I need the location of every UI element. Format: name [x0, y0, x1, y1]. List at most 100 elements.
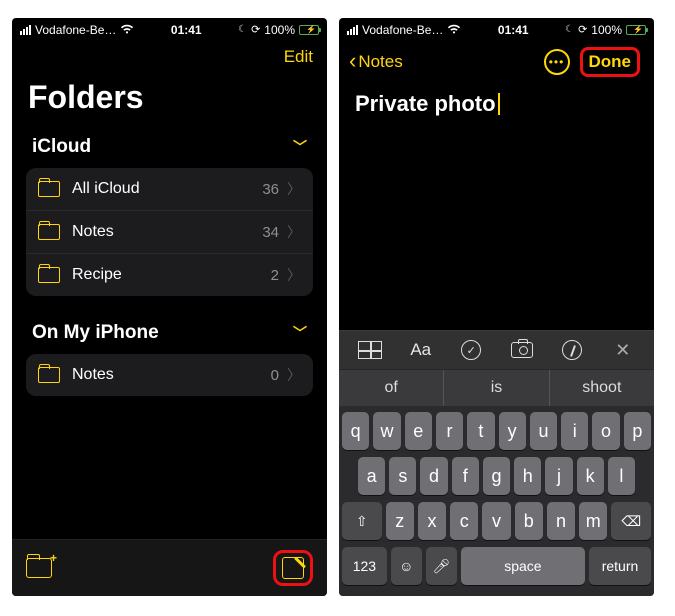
close-icon[interactable]: ✕	[610, 339, 636, 361]
shift-key[interactable]: ⇧	[342, 502, 382, 540]
new-folder-button[interactable]	[26, 558, 52, 578]
keyboard: q w e r t y u i o p a s d f g h j k l ⇧ …	[339, 406, 654, 596]
numeric-key[interactable]: 123	[342, 547, 387, 585]
section-label: On My iPhone	[32, 322, 159, 344]
note-title-text: Private photo	[355, 91, 496, 117]
signal-icon	[20, 25, 31, 35]
note-body[interactable]	[339, 117, 654, 330]
key-v[interactable]: v	[482, 502, 510, 540]
return-key[interactable]: return	[589, 547, 651, 585]
emoji-key[interactable]: ☺	[391, 547, 422, 585]
key-f[interactable]: f	[452, 457, 479, 495]
key-d[interactable]: d	[420, 457, 447, 495]
rotation-lock-icon: ⟳	[251, 23, 260, 36]
done-button[interactable]: Done	[589, 52, 632, 71]
more-button[interactable]: •••	[544, 49, 570, 75]
chevron-right-icon: 〉	[287, 265, 301, 285]
backspace-key[interactable]: ⌫	[611, 502, 651, 540]
compose-highlight	[273, 550, 313, 586]
key-i[interactable]: i	[561, 412, 588, 450]
key-r[interactable]: r	[436, 412, 463, 450]
bottom-bar	[12, 539, 327, 596]
folder-row-recipe[interactable]: Recipe 2 〉	[26, 254, 313, 296]
key-m[interactable]: m	[579, 502, 607, 540]
key-o[interactable]: o	[592, 412, 619, 450]
key-w[interactable]: w	[373, 412, 400, 450]
section-label: iCloud	[32, 136, 91, 158]
carrier-label: Vodafone-Be…	[362, 23, 443, 37]
edit-button[interactable]: Edit	[284, 47, 313, 67]
page-title: Folders	[12, 73, 327, 128]
suggestion-2[interactable]: is	[444, 370, 549, 406]
folder-icon	[38, 267, 60, 283]
folder-label: Notes	[72, 366, 271, 384]
key-t[interactable]: t	[467, 412, 494, 450]
markup-icon[interactable]	[559, 339, 585, 361]
compose-button[interactable]	[282, 557, 304, 579]
wifi-icon	[447, 22, 461, 37]
key-z[interactable]: z	[386, 502, 414, 540]
key-q[interactable]: q	[342, 412, 369, 450]
folder-row-notes-local[interactable]: Notes 0 〉	[26, 354, 313, 396]
mic-key[interactable]: 🎤︎	[426, 547, 457, 585]
key-n[interactable]: n	[547, 502, 575, 540]
folder-icon	[38, 367, 60, 383]
key-j[interactable]: j	[545, 457, 572, 495]
folder-count: 36	[262, 181, 279, 198]
wifi-icon	[120, 22, 134, 37]
key-a[interactable]: a	[358, 457, 385, 495]
carrier-label: Vodafone-Be…	[35, 23, 116, 37]
battery-icon	[626, 25, 646, 35]
section-header-onmyiphone[interactable]: On My iPhone ﹀	[12, 314, 327, 354]
folder-row-notes[interactable]: Notes 34 〉	[26, 211, 313, 254]
battery-text: 100%	[591, 23, 622, 37]
key-c[interactable]: c	[450, 502, 478, 540]
suggestion-1[interactable]: of	[339, 370, 444, 406]
camera-icon[interactable]	[509, 339, 535, 361]
folders-screen: Vodafone-Be… 01:41 ☾ ⟳ 100% Edit Folders…	[12, 18, 327, 596]
battery-icon	[299, 25, 319, 35]
key-b[interactable]: b	[515, 502, 543, 540]
folder-list-onmyiphone: Notes 0 〉	[26, 354, 313, 396]
rotation-lock-icon: ⟳	[578, 23, 587, 36]
format-button[interactable]: Aa	[408, 339, 434, 361]
section-header-icloud[interactable]: iCloud ﹀	[12, 128, 327, 168]
key-h[interactable]: h	[514, 457, 541, 495]
folder-count: 34	[262, 224, 279, 241]
chevron-right-icon: 〉	[287, 179, 301, 199]
key-s[interactable]: s	[389, 457, 416, 495]
space-key[interactable]: space	[461, 547, 585, 585]
folder-label: Recipe	[72, 266, 271, 284]
back-button[interactable]: ‹ Notes	[349, 51, 403, 73]
status-bar: Vodafone-Be… 01:41 ☾ ⟳ 100%	[339, 18, 654, 39]
folder-count: 0	[271, 367, 279, 384]
chevron-down-icon: ﹀	[293, 323, 307, 343]
text-cursor	[498, 93, 500, 115]
checklist-icon[interactable]: ✓	[458, 339, 484, 361]
dnd-icon: ☾	[238, 24, 247, 35]
suggestion-3[interactable]: shoot	[550, 370, 654, 406]
folder-count: 2	[271, 267, 279, 284]
chevron-down-icon: ﹀	[293, 137, 307, 157]
folder-list-icloud: All iCloud 36 〉 Notes 34 〉 Recipe 2 〉	[26, 168, 313, 296]
chevron-left-icon: ‹	[349, 50, 356, 72]
key-k[interactable]: k	[577, 457, 604, 495]
folder-row-all-icloud[interactable]: All iCloud 36 〉	[26, 168, 313, 211]
folder-label: All iCloud	[72, 180, 262, 198]
status-time: 01:41	[498, 23, 529, 37]
key-l[interactable]: l	[608, 457, 635, 495]
chevron-right-icon: 〉	[287, 222, 301, 242]
key-y[interactable]: y	[499, 412, 526, 450]
status-bar: Vodafone-Be… 01:41 ☾ ⟳ 100%	[12, 18, 327, 39]
top-nav: ‹ Notes ••• Done	[339, 39, 654, 83]
folder-icon	[38, 224, 60, 240]
key-e[interactable]: e	[405, 412, 432, 450]
key-u[interactable]: u	[530, 412, 557, 450]
key-p[interactable]: p	[624, 412, 651, 450]
key-g[interactable]: g	[483, 457, 510, 495]
table-icon[interactable]	[357, 339, 383, 361]
key-x[interactable]: x	[418, 502, 446, 540]
chevron-right-icon: 〉	[287, 365, 301, 385]
note-title-field[interactable]: Private photo	[339, 83, 654, 117]
top-nav: Edit	[12, 39, 327, 73]
